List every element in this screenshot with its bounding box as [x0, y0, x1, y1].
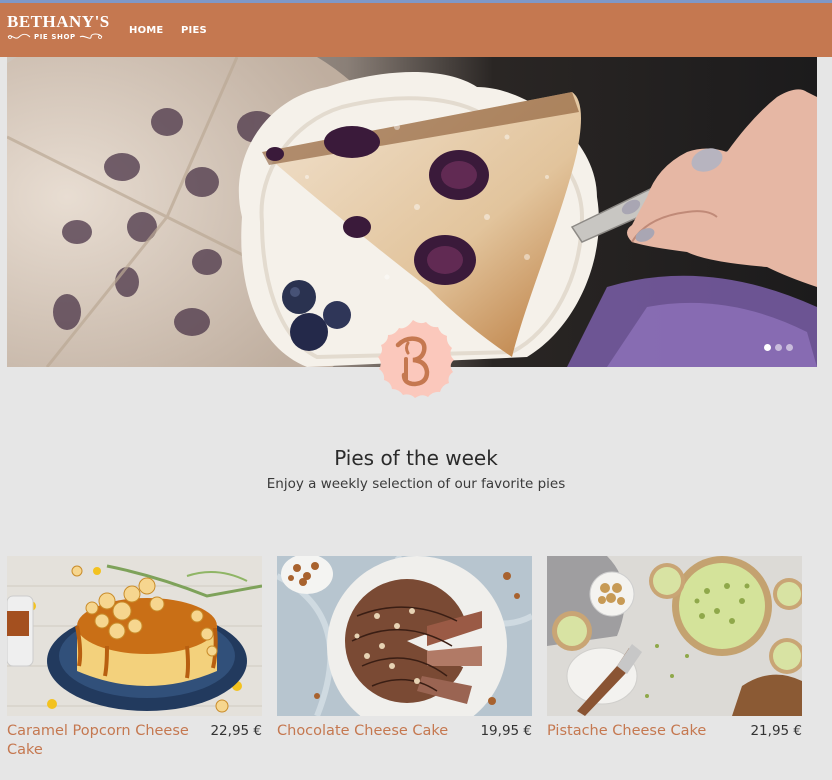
nav-pies-link[interactable]: PIES: [181, 25, 207, 36]
carousel-dot[interactable]: [775, 344, 782, 351]
nav-home-link[interactable]: HOME: [129, 25, 163, 36]
product-card: Caramel Popcorn Cheese Cake 22,95 €: [7, 556, 262, 758]
carousel-indicators: [764, 344, 793, 351]
chocolate-cheesecake-image: [277, 556, 532, 716]
section-title: Pies of the week: [334, 446, 498, 470]
product-image[interactable]: [547, 556, 802, 716]
carousel-dot[interactable]: [786, 344, 793, 351]
product-image[interactable]: [7, 556, 262, 716]
product-name-link[interactable]: Pistache Cheese Cake: [547, 722, 752, 741]
product-name-link[interactable]: Caramel Popcorn Cheese Cake: [7, 722, 212, 760]
brand-name: BETHANY'S: [7, 12, 110, 31]
brand-monogram-badge: [378, 320, 454, 398]
product-image[interactable]: [277, 556, 532, 716]
product-price: 21,95 €: [750, 723, 802, 739]
product-name-link[interactable]: Chocolate Cheese Cake: [277, 722, 482, 741]
flourish-left-icon: [7, 33, 31, 39]
brand-logo[interactable]: BETHANY'S PIE SHOP: [7, 12, 110, 47]
caramel-cheesecake-image: [7, 556, 262, 716]
product-card: Chocolate Cheese Cake 19,95 €: [277, 556, 532, 739]
navbar: BETHANY'S PIE SHOP HOME PIES: [0, 3, 832, 57]
carousel-dot[interactable]: [764, 344, 771, 351]
brand-subtitle: PIE SHOP: [34, 33, 76, 41]
flourish-right-icon: [79, 33, 103, 39]
pistachio-cheesecake-image: [547, 556, 802, 716]
product-price: 22,95 €: [210, 723, 262, 739]
brand-subtitle-row: PIE SHOP: [7, 33, 107, 41]
product-price: 19,95 €: [480, 723, 532, 739]
section-subtitle: Enjoy a weekly selection of our favorite…: [266, 476, 566, 492]
product-card: Pistache Cheese Cake 21,95 €: [547, 556, 802, 739]
